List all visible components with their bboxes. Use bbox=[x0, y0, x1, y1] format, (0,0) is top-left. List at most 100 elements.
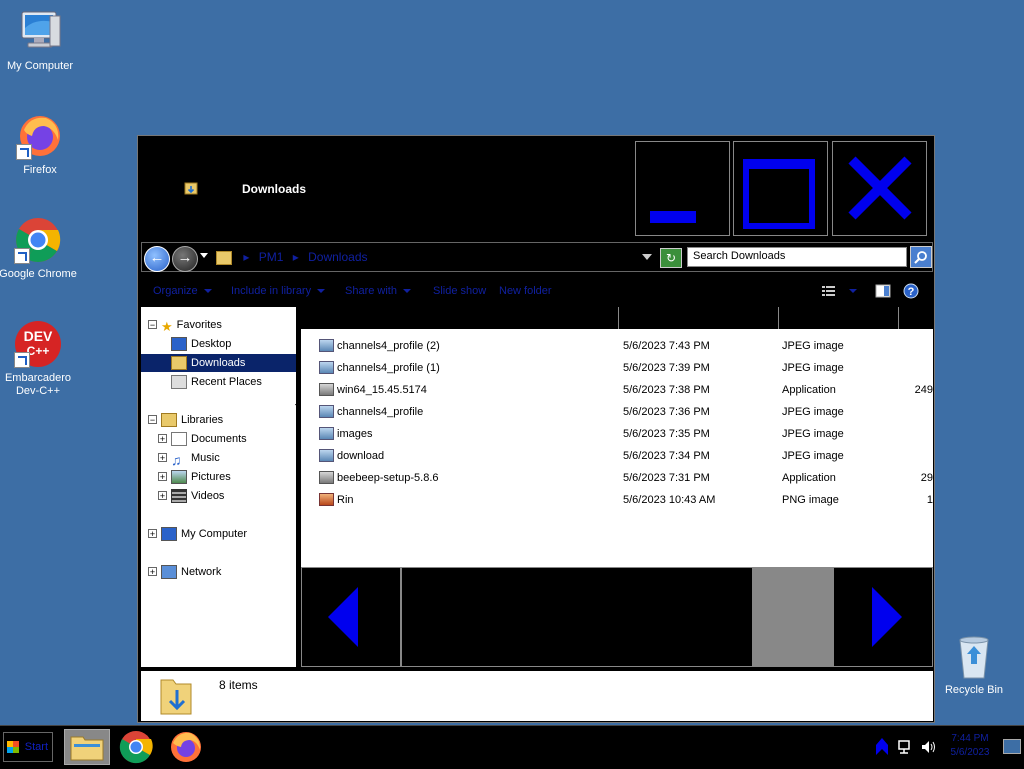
scroll-left-button[interactable] bbox=[301, 567, 401, 667]
file-row[interactable]: channels4_profile (1) 5/6/2023 7:39 PM J… bbox=[301, 357, 933, 379]
refresh-button[interactable]: ↻ bbox=[660, 248, 682, 268]
scroll-thumb[interactable] bbox=[752, 567, 832, 667]
tree-item-desktop[interactable]: Desktop bbox=[141, 335, 296, 353]
tree-item-downloads[interactable]: Downloads bbox=[141, 354, 296, 372]
desktop-icon-label: Recycle Bin bbox=[944, 684, 1004, 696]
maximize-button[interactable] bbox=[733, 141, 828, 236]
music-note-icon: ♫ bbox=[171, 452, 182, 469]
file-name: download bbox=[337, 450, 385, 462]
show-desktop-button[interactable] bbox=[1003, 739, 1021, 754]
file-row[interactable]: win64_15.45.5174 5/6/2023 7:38 PM Applic… bbox=[301, 379, 933, 401]
tree-item-my-computer[interactable]: + My Computer bbox=[141, 525, 296, 543]
close-icon bbox=[848, 156, 912, 220]
desktop-icon-my-computer[interactable]: My Computer bbox=[0, 8, 80, 73]
devcpp-icon: DEV C++ bbox=[14, 320, 62, 368]
desktop-icon-firefox[interactable]: Firefox bbox=[0, 112, 80, 177]
taskbar-chrome-button[interactable] bbox=[114, 729, 160, 765]
file-type: JPEG image bbox=[782, 362, 844, 374]
desktop-icon-recycle-bin[interactable]: Recycle Bin bbox=[934, 632, 1014, 697]
preview-pane-button[interactable] bbox=[875, 283, 891, 299]
expand-icon[interactable]: + bbox=[158, 453, 167, 463]
volume-tray-icon[interactable] bbox=[920, 739, 938, 758]
file-name: win64_15.45.5174 bbox=[337, 384, 427, 396]
file-row[interactable]: images 5/6/2023 7:35 PM JPEG image bbox=[301, 423, 933, 445]
scroll-right-button[interactable] bbox=[833, 567, 933, 667]
taskbar-explorer-button[interactable] bbox=[64, 729, 110, 765]
collapse-icon[interactable]: − bbox=[148, 415, 157, 425]
jpeg-file-icon bbox=[319, 427, 334, 440]
organize-menu[interactable]: Organize bbox=[153, 285, 212, 297]
file-name: beebeep-setup-5.8.6 bbox=[337, 472, 439, 484]
expand-icon[interactable]: + bbox=[158, 491, 167, 501]
share-with-menu[interactable]: Share with bbox=[345, 285, 411, 297]
breadcrumb[interactable]: ▸ PM1 ▸ Downloads bbox=[216, 250, 368, 265]
organize-label: Organize bbox=[153, 285, 198, 297]
file-type: JPEG image bbox=[782, 340, 844, 352]
search-input[interactable]: Search Downloads bbox=[687, 247, 907, 267]
tree-label: Documents bbox=[191, 433, 247, 445]
view-dropdown-icon[interactable] bbox=[849, 289, 857, 293]
slide-show-button[interactable]: Slide show bbox=[433, 285, 486, 297]
downloads-folder-icon bbox=[159, 676, 193, 716]
help-icon: ? bbox=[903, 283, 919, 299]
help-button[interactable]: ? bbox=[903, 283, 919, 299]
file-row[interactable]: beebeep-setup-5.8.6 5/6/2023 7:31 PM App… bbox=[301, 467, 933, 489]
navigation-pane: − ★ Favorites Desktop Downloads Recent Pl… bbox=[141, 307, 296, 667]
taskbar: Start 7:44 PM 5/6/2023 bbox=[0, 725, 1024, 769]
include-in-library-menu[interactable]: Include in library bbox=[231, 285, 326, 297]
preview-pane-icon bbox=[875, 284, 891, 298]
taskbar-firefox-button[interactable] bbox=[164, 729, 210, 765]
tree-item-network[interactable]: + Network bbox=[141, 563, 296, 581]
start-button[interactable]: Start bbox=[3, 732, 53, 762]
search-button[interactable] bbox=[910, 246, 932, 268]
refresh-icon: ↻ bbox=[665, 251, 677, 265]
jpeg-file-icon bbox=[319, 361, 334, 374]
horizontal-scrollbar[interactable] bbox=[301, 567, 933, 667]
column-header-name[interactable] bbox=[301, 307, 619, 329]
tree-item-videos[interactable]: + Videos bbox=[141, 487, 296, 505]
arrow-left-icon bbox=[328, 587, 358, 647]
details-view-icon bbox=[822, 286, 835, 296]
breadcrumb-item-pm1[interactable]: PM1 bbox=[259, 250, 284, 264]
desktop-icon-label: Embarcadero Dev-C++ bbox=[4, 372, 72, 397]
file-row[interactable]: download 5/6/2023 7:34 PM JPEG image bbox=[301, 445, 933, 467]
tree-item-libraries[interactable]: − Libraries bbox=[141, 411, 296, 429]
file-row[interactable]: Rin 5/6/2023 10:43 AM PNG image 1 bbox=[301, 489, 933, 511]
column-header-date-modified[interactable] bbox=[619, 307, 779, 329]
view-options-button[interactable] bbox=[821, 283, 837, 299]
column-header-size[interactable] bbox=[899, 307, 933, 329]
tree-item-favorites[interactable]: − ★ Favorites bbox=[141, 316, 296, 334]
system-clock[interactable]: 7:44 PM 5/6/2023 bbox=[950, 732, 990, 760]
tree-item-recent-places[interactable]: Recent Places bbox=[141, 373, 296, 391]
recent-pages-dropdown[interactable] bbox=[200, 253, 208, 258]
column-header-type[interactable] bbox=[779, 307, 899, 329]
file-row[interactable]: channels4_profile 5/6/2023 7:36 PM JPEG … bbox=[301, 401, 933, 423]
command-bar: Organize Include in library Share with S… bbox=[141, 277, 933, 305]
show-hidden-icons-button[interactable] bbox=[874, 735, 890, 760]
new-folder-button[interactable]: New folder bbox=[499, 285, 552, 297]
recycle-bin-icon bbox=[950, 632, 998, 680]
tree-label: Network bbox=[181, 566, 222, 578]
file-date: 5/6/2023 10:43 AM bbox=[623, 494, 716, 506]
desktop-icon-chrome[interactable]: Google Chrome bbox=[0, 216, 78, 281]
desktop-icon-devcpp[interactable]: DEV C++ Embarcadero Dev-C++ bbox=[0, 320, 78, 398]
back-button[interactable]: ← bbox=[144, 246, 170, 272]
expand-icon[interactable]: + bbox=[158, 472, 167, 482]
address-dropdown-icon[interactable] bbox=[642, 254, 652, 260]
collapse-icon[interactable]: − bbox=[148, 320, 157, 330]
close-button[interactable] bbox=[832, 141, 927, 236]
chrome-icon bbox=[119, 731, 153, 764]
network-tray-icon[interactable] bbox=[897, 739, 915, 758]
expand-icon[interactable]: + bbox=[148, 567, 157, 577]
title-bar[interactable]: Downloads bbox=[138, 136, 934, 241]
forward-button[interactable]: → bbox=[172, 246, 198, 272]
breadcrumb-item-downloads[interactable]: Downloads bbox=[308, 250, 367, 264]
expand-icon[interactable]: + bbox=[148, 529, 157, 539]
minimize-button[interactable] bbox=[635, 141, 730, 236]
file-row[interactable]: channels4_profile (2) 5/6/2023 7:43 PM J… bbox=[301, 335, 933, 357]
desktop-icon-label: Firefox bbox=[23, 164, 57, 176]
expand-icon[interactable]: + bbox=[158, 434, 167, 444]
tree-item-documents[interactable]: + Documents bbox=[141, 430, 296, 448]
tree-item-music[interactable]: + ♫ Music bbox=[141, 449, 296, 469]
tree-item-pictures[interactable]: + Pictures bbox=[141, 468, 296, 486]
